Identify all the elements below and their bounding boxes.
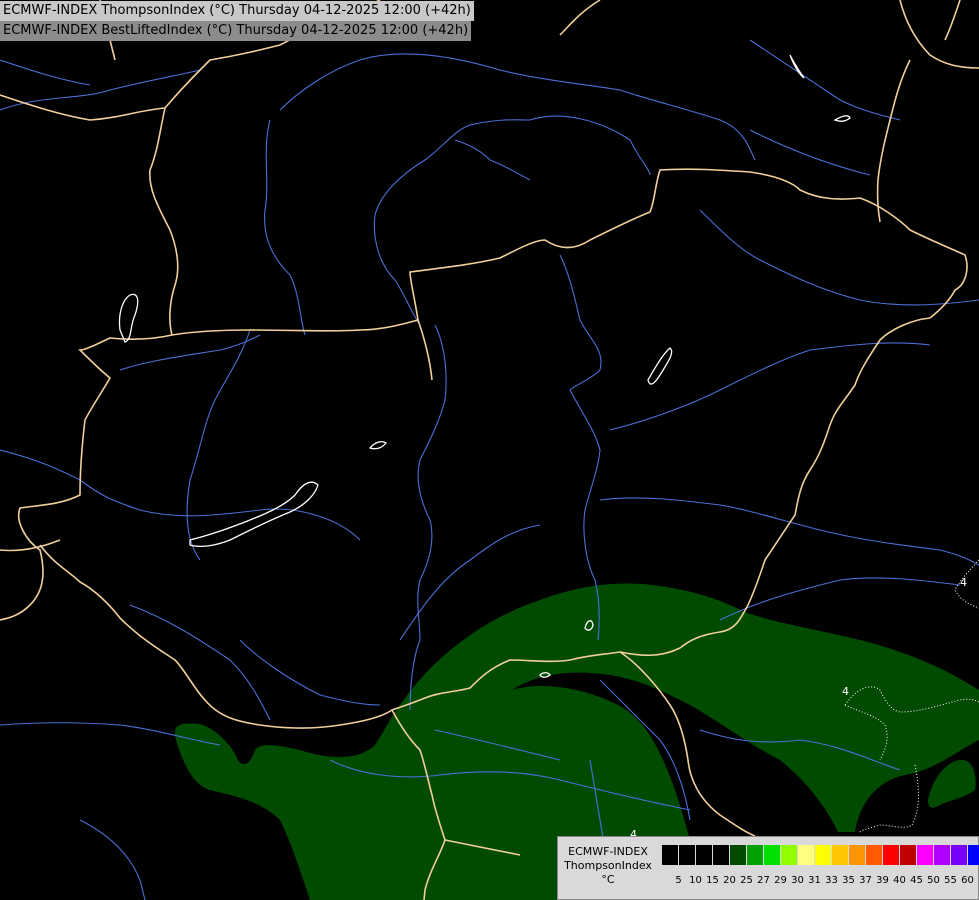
legend-tick: 33 [825,875,838,886]
legend-unit: °C [601,873,615,886]
legend-swatch [951,845,968,865]
legend-tick: 5 [675,875,682,886]
legend-tick: 40 [893,875,906,886]
legend-model-name: ECMWF-INDEX [568,845,648,858]
legend-tick: 37 [859,875,872,886]
legend-swatch [917,845,934,865]
legend-tick: 45 [910,875,923,886]
legend-tick: 50 [927,875,940,886]
legend-title: ECMWF-INDEX ThompsonIndex °C [560,845,656,887]
legend-swatch [815,845,832,865]
legend-swatch [866,845,883,865]
legend-tick: 35 [842,875,855,886]
legend-tick: 27 [757,875,770,886]
legend-tick: 25 [740,875,753,886]
map-title-best-lifted-index: ECMWF-INDEX BestLiftedIndex (°C) Thursda… [0,21,472,41]
legend-tick: 30 [791,875,804,886]
color-legend: ECMWF-INDEX ThompsonIndex °C 5 10 15 20 25 27… [557,836,979,900]
legend-tick: 60 [961,875,974,886]
legend-swatch [662,845,679,865]
legend-swatch [730,845,747,865]
legend-swatch [747,845,764,865]
legend-swatch [696,845,713,865]
legend-swatch [968,845,979,865]
legend-tick: 15 [706,875,719,886]
legend-tick: 10 [689,875,702,886]
legend-swatch [713,845,730,865]
contour-label: 4 [842,685,849,698]
legend-tick: 29 [774,875,787,886]
legend-swatch [934,845,951,865]
legend-swatch [679,845,696,865]
legend-swatch [764,845,781,865]
legend-tick-labels: 5 10 15 20 25 27 29 30 31 33 35 37 39 40 45 50 55 60 [670,875,976,886]
contour-label: 4 [960,576,967,589]
legend-tick: 31 [808,875,821,886]
legend-swatch [798,845,815,865]
legend-tick: 55 [944,875,957,886]
legend-swatch [883,845,900,865]
legend-parameter-name: ThompsonIndex [564,859,652,872]
map-title-thompson-index: ECMWF-INDEX ThompsonIndex (°C) Thursday … [0,1,474,21]
legend-color-bar [662,845,979,865]
legend-swatch [832,845,849,865]
weather-map: 4 4 4 [0,0,979,900]
legend-swatch [900,845,917,865]
legend-tick: 39 [876,875,889,886]
legend-swatch [849,845,866,865]
legend-swatch [781,845,798,865]
legend-tick: 20 [723,875,736,886]
